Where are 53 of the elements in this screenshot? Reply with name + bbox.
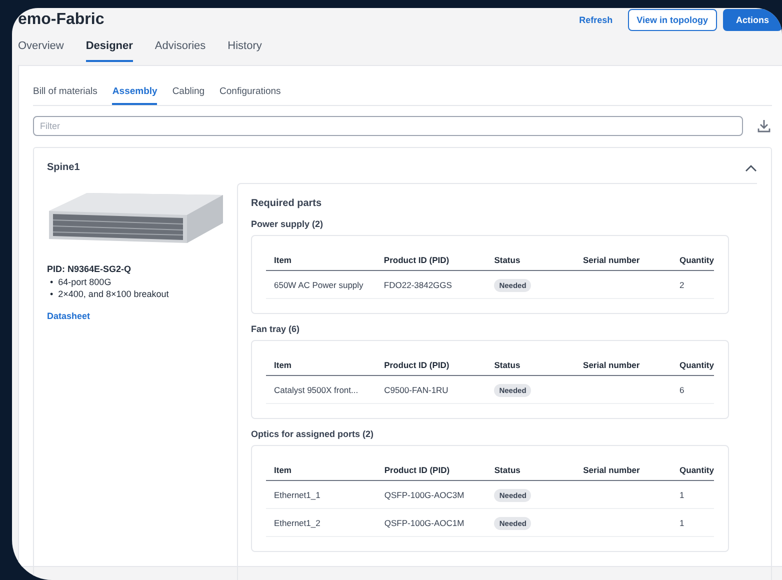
table-cell: QSFP-100G-AOC1M <box>376 508 486 536</box>
tab[interactable]: Designer <box>86 40 133 62</box>
bullet: • <box>50 276 54 288</box>
bullet: • <box>50 288 54 300</box>
page-title: emo-Fabric <box>18 11 104 29</box>
section-title: Required parts <box>251 198 322 209</box>
tab[interactable]: Advisories <box>154 40 206 60</box>
column-header: Product ID (PID) <box>376 355 486 376</box>
device-name: Spine1 <box>47 162 80 173</box>
tab[interactable]: Overview <box>18 40 64 60</box>
table-cell: Ethernet1_2 <box>266 508 376 536</box>
column-header: Product ID (PID) <box>376 250 486 270</box>
group-title: Optics for assigned ports (2) <box>251 429 374 439</box>
column-header: Status <box>486 460 576 480</box>
table-cell: QSFP-100G-AOC3M <box>376 480 486 508</box>
column-header: Status <box>486 355 576 376</box>
column-header: Serial number <box>575 355 672 376</box>
column-header: Item <box>266 250 376 270</box>
table-cell: 1 <box>672 480 714 508</box>
feature-item: 2×400, and 8×100 breakout <box>58 288 169 300</box>
subtab[interactable]: Cabling <box>172 86 205 105</box>
header-button[interactable]: Refresh <box>570 9 622 31</box>
table-cell: 1 <box>672 508 714 536</box>
feature-item: 64-port 800G <box>58 276 112 288</box>
subtab[interactable]: Configurations <box>220 86 281 105</box>
column-header: Item <box>266 460 376 480</box>
column-header: Quantity <box>672 355 714 376</box>
table-cell: 2 <box>672 270 714 298</box>
filter-field[interactable]: Filter <box>33 116 743 136</box>
datasheet-link[interactable]: Datasheet <box>47 311 90 321</box>
table-cell: FDO22-3842GGS <box>376 270 486 298</box>
group-title: Power supply (2) <box>251 219 324 229</box>
tab[interactable]: History <box>228 40 262 60</box>
column-header: Item <box>266 355 376 376</box>
column-header: Product ID (PID) <box>376 460 486 480</box>
column-header: Quantity <box>672 460 714 480</box>
device-pid: PID: N9364E-SG2-Q <box>47 264 132 274</box>
table-cell: 650W AC Power supply <box>266 270 376 298</box>
table-cell: C9500-FAN-1RU <box>376 376 486 404</box>
column-header: Serial number <box>575 250 672 270</box>
column-header: Status <box>486 250 576 270</box>
table-cell: 6 <box>672 376 714 404</box>
subtab[interactable]: Assembly <box>112 86 158 105</box>
header-button[interactable]: View in topology <box>628 9 717 31</box>
table-cell: Catalyst 9500X front... <box>266 376 376 404</box>
column-header: Quantity <box>672 250 714 270</box>
table-cell: Ethernet1_1 <box>266 480 376 508</box>
group-title: Fan tray (6) <box>251 324 300 334</box>
column-header: Serial number <box>575 460 672 480</box>
subtab[interactable]: Bill of materials <box>33 86 98 105</box>
chevron-icon[interactable] <box>745 164 757 172</box>
header-button[interactable]: Actions <box>722 9 782 31</box>
download-icon[interactable] <box>757 119 771 133</box>
